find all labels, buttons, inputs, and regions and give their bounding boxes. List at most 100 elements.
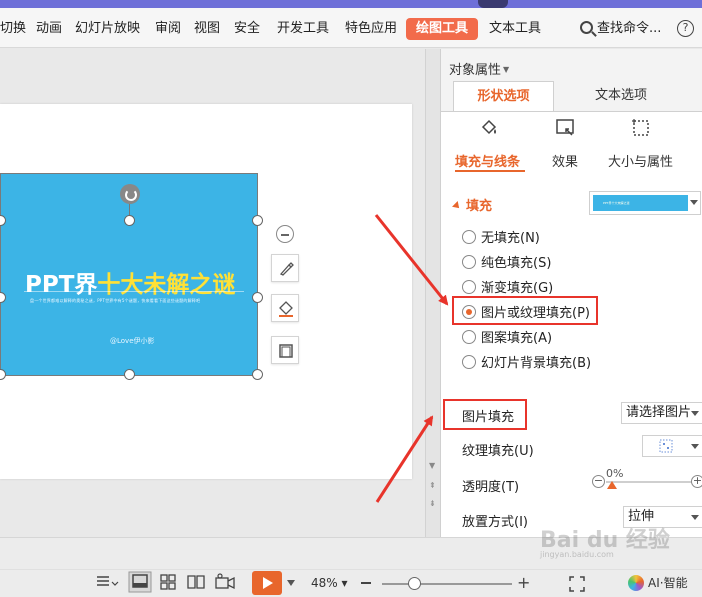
rotate-handle-icon[interactable] [120,184,140,204]
annotation-box-picture-fill-option [452,296,598,325]
radio-pattern-fill[interactable]: 图案填充(A) [462,330,552,348]
collapse-triangle-icon [452,201,462,211]
radio-solid-fill[interactable]: 纯色填充(S) [462,255,551,273]
fit-window-icon[interactable] [568,575,586,593]
outline-icon [279,344,293,358]
panel-title[interactable]: 对象属性 ▼ [449,59,509,78]
transparency-slider[interactable] [606,481,692,483]
fill-preview-image: PPT界十大未解之谜 [593,195,688,211]
ai-logo-icon [628,575,644,591]
tab-drawing-tools[interactable]: 绘图工具 [406,18,479,40]
resize-handle-right[interactable] [252,292,263,303]
subtab-effects[interactable]: 效果 [552,151,578,170]
scroll-down-icon[interactable]: ▼ [429,461,435,470]
shape-title-white: PPT界 [25,272,98,298]
chevron-down-icon: ▼ [503,65,510,74]
search-command-label: 查找命令... [597,21,662,36]
resize-handle-tr[interactable] [252,215,263,226]
zoom-level[interactable]: 48% ▾ [311,576,348,590]
resize-handle-top[interactable] [124,215,135,226]
presenter-view-icon[interactable] [214,573,236,591]
collapse-toolbar-icon[interactable] [276,225,294,243]
slide-sorter-icon[interactable] [159,573,177,591]
fill-preview-dropdown[interactable]: PPT界十大未解之谜 [589,191,701,215]
object-properties-panel: 对象属性 ▼ 形状选项 文本选项 填充与线条 效果 大小与属性 填充 PPT界十大… [440,49,702,537]
fill-bucket-icon [279,301,293,317]
tab-text-options[interactable]: 文本选项 [561,81,681,111]
ribbon-tab-bar: 切换 动画 幻灯片放映 审阅 视图 安全 开发工具 特色应用 绘图工具 文本工具… [0,8,702,48]
zoom-slider[interactable] [382,583,512,585]
transparency-slider-thumb[interactable] [607,481,617,489]
tab-animation[interactable]: 动画 [36,19,62,39]
tab-review[interactable]: 审阅 [155,19,181,39]
chevron-down-icon [690,200,698,205]
tab-special[interactable]: 特色应用 [345,19,397,39]
chevron-down-icon [691,444,699,449]
shape-style-button[interactable] [271,254,299,282]
radio-label: 渐变填充(G) [481,281,554,296]
chevron-down-icon [691,515,699,520]
resize-handle-br[interactable] [252,369,263,380]
tab-slideshow[interactable]: 幻灯片放映 [75,19,140,39]
ai-label: AI·智能 [648,576,688,590]
radio-label: 图案填充(A) [481,331,553,346]
radio-circle [462,280,476,294]
radio-no-fill[interactable]: 无填充(N) [462,230,540,248]
zoom-in-button[interactable]: + [517,575,530,591]
ai-assistant-button[interactable]: AI·智能 [628,574,688,591]
tab-view[interactable]: 视图 [194,19,220,39]
radio-label: 纯色填充(S) [481,256,552,271]
fill-section-label: 填充 [466,199,493,214]
placement-label: 放置方式(I) [462,515,528,530]
size-properties-icon [632,119,649,136]
normal-view-icon[interactable] [128,571,152,593]
chevron-down-icon [691,411,699,416]
effects-icon [556,119,574,136]
radio-slide-background-fill[interactable]: 幻灯片背景填充(B) [462,355,591,373]
fill-line-icon [481,119,497,135]
notes-menu-icon[interactable] [95,573,121,591]
picture-fill-value: 请选择图片 [626,405,692,420]
shape-title-text: PPT界十大未解之谜 [25,265,235,299]
prev-slide-icon[interactable]: ⇞ [429,481,436,490]
texture-fill-dropdown[interactable] [642,435,702,457]
window-top-strip [0,0,702,8]
tab-shape-options[interactable]: 形状选项 [453,81,554,111]
fill-section-header[interactable]: 填充 [452,195,493,214]
subtab-fill-line[interactable]: 填充与线条 [455,151,520,170]
transparency-label: 透明度(T) [462,480,520,495]
texture-fill-label: 纹理填充(U) [462,444,534,459]
play-slideshow-button[interactable] [252,571,282,595]
radio-circle [462,230,476,244]
tab-text-tools[interactable]: 文本工具 [489,19,541,39]
picture-fill-dropdown[interactable]: 请选择图片 [621,402,702,424]
transparency-minus-button[interactable]: − [592,475,605,488]
chevron-down-icon[interactable] [287,580,295,586]
resize-handle-bottom[interactable] [124,369,135,380]
next-slide-icon[interactable]: ⇟ [429,499,436,508]
radio-circle [462,355,476,369]
texture-pattern-icon [659,439,673,453]
transparency-value: 0% [606,467,624,480]
active-subtab-indicator [455,170,525,172]
radio-label: 幻灯片背景填充(B) [481,356,592,371]
brush-icon [279,262,294,276]
panel-title-label: 对象属性 [449,63,502,78]
subtab-size-properties[interactable]: 大小与属性 [608,151,673,170]
help-icon[interactable]: ? [677,20,694,37]
canvas-vertical-scrollbar[interactable]: ▼ ⇞ ⇟ [425,49,440,537]
zoom-slider-thumb[interactable] [408,577,421,590]
zoom-out-button[interactable] [361,582,371,584]
shape-subtitle: 盘一个世界都难以解释的奥秘之谜，PPT世界中有5个谜题，快来看看下面这些谜题的解… [30,298,201,303]
tab-transition[interactable]: 切换 [0,19,26,39]
tab-security[interactable]: 安全 [234,19,260,39]
radio-label: 无填充(N) [481,231,540,246]
shape-fill-button[interactable] [271,294,299,322]
reading-view-icon[interactable] [186,573,206,591]
transparency-plus-button[interactable]: + [691,475,702,488]
shape-author: @Love伊小影 [110,337,155,345]
search-command[interactable]: 查找命令... [580,19,661,39]
shape-outline-button[interactable] [271,336,299,364]
tab-developer[interactable]: 开发工具 [277,19,329,39]
zoom-level-value: 48% [311,576,338,590]
